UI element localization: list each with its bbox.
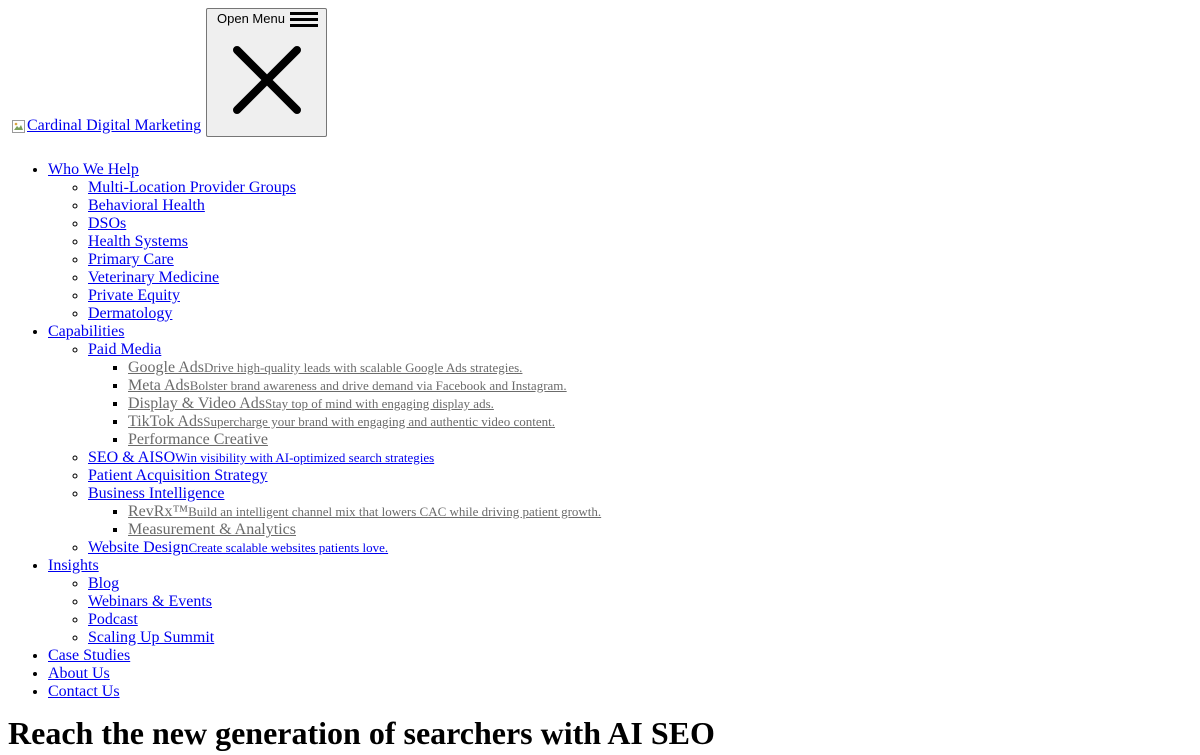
insights-submenu: Blog Webinars & Events Podcast Scaling U… [48,575,1192,647]
list-item: Blog [88,575,1192,593]
seo-aiso-desc: Win visibility with AI-optimized search … [175,450,435,465]
list-item: Primary Care [88,251,1192,269]
submenu-link-podcast[interactable]: Podcast [88,611,138,628]
hamburger-icon [289,11,319,30]
submenu-link-scaling-up-summit[interactable]: Scaling Up Summit [88,629,214,646]
revrx-label: RevRx™ [128,503,189,520]
list-item: Scaling Up Summit [88,629,1192,647]
list-item: Behavioral Health [88,197,1192,215]
tiktok-ads-desc: Supercharge your brand with engaging and… [203,414,555,429]
submenu-link-meta-ads[interactable]: Meta AdsBolster brand awareness and driv… [128,377,567,394]
submenu-link-paid-media[interactable]: Paid Media [88,341,161,358]
list-item: Health Systems [88,233,1192,251]
list-item: Private Equity [88,287,1192,305]
list-item: Business Intelligence RevRx™Build an int… [88,485,1192,539]
submenu-link-blog[interactable]: Blog [88,575,119,592]
submenu-link-business-intelligence[interactable]: Business Intelligence [88,485,224,502]
paid-media-submenu: Google AdsDrive high-quality leads with … [88,359,1192,449]
submenu-link-patient-acquisition[interactable]: Patient Acquisition Strategy [88,467,268,484]
business-intelligence-submenu: RevRx™Build an intelligent channel mix t… [88,503,1192,539]
nav-list: Who We Help Multi-Location Provider Grou… [8,161,1192,701]
nav-link-capabilities[interactable]: Capabilities [48,323,124,340]
submenu-link-dsos[interactable]: DSOs [88,215,126,232]
google-ads-desc: Drive high-quality leads with scalable G… [204,360,523,375]
list-item: Website DesignCreate scalable websites p… [88,539,1192,557]
logo-link[interactable]: Cardinal Digital Marketing [8,117,201,135]
meta-ads-label: Meta Ads [128,377,190,394]
nav-item-who-we-help: Who We Help Multi-Location Provider Grou… [48,161,1192,323]
open-menu-button[interactable]: Open Menu [206,8,327,137]
nav-item-insights: Insights Blog Webinars & Events Podcast … [48,557,1192,647]
capabilities-submenu: Paid Media Google AdsDrive high-quality … [48,341,1192,557]
list-item: Patient Acquisition Strategy [88,467,1192,485]
submenu-link-seo-aiso[interactable]: SEO & AISOWin visibility with AI-optimiz… [88,449,434,466]
nav-item-contact-us: Contact Us [48,683,1192,701]
submenu-link-website-design[interactable]: Website DesignCreate scalable websites p… [88,539,388,556]
main-nav: Who We Help Multi-Location Provider Grou… [8,145,1192,701]
submenu-link-performance-creative[interactable]: Performance Creative [128,431,268,448]
submenu-link-veterinary[interactable]: Veterinary Medicine [88,269,219,286]
list-item: RevRx™Build an intelligent channel mix t… [128,503,1192,521]
submenu-link-private-equity[interactable]: Private Equity [88,287,180,304]
nav-link-who-we-help[interactable]: Who We Help [48,161,139,178]
broken-image-icon [12,119,25,133]
list-item: Meta AdsBolster brand awareness and driv… [128,377,1192,395]
page-title: Reach the new generation of searchers wi… [8,715,715,751]
list-item: Webinars & Events [88,593,1192,611]
list-item: DSOs [88,215,1192,233]
nav-item-capabilities: Capabilities Paid Media Google AdsDrive … [48,323,1192,557]
nav-link-case-studies[interactable]: Case Studies [48,647,130,664]
submenu-link-primary-care[interactable]: Primary Care [88,251,174,268]
submenu-link-measurement-analytics[interactable]: Measurement & Analytics [128,521,296,538]
submenu-link-health-systems[interactable]: Health Systems [88,233,188,250]
tiktok-ads-label: TikTok Ads [128,413,204,430]
list-item: Podcast [88,611,1192,629]
list-item: Paid Media Google AdsDrive high-quality … [88,341,1192,449]
nav-item-case-studies: Case Studies [48,647,1192,665]
nav-item-about-us: About Us [48,665,1192,683]
submenu-link-tiktok-ads[interactable]: TikTok AdsSupercharge your brand with en… [128,413,555,430]
list-item: Veterinary Medicine [88,269,1192,287]
submenu-link-behavioral-health[interactable]: Behavioral Health [88,197,205,214]
submenu-link-multi-location[interactable]: Multi-Location Provider Groups [88,179,296,196]
submenu-link-webinars-events[interactable]: Webinars & Events [88,593,212,610]
list-item: Measurement & Analytics [128,521,1192,539]
google-ads-label: Google Ads [128,359,204,376]
list-item: Multi-Location Provider Groups [88,179,1192,197]
who-we-help-submenu: Multi-Location Provider Groups Behaviora… [48,179,1192,323]
list-item: Performance Creative [128,431,1192,449]
nav-link-about-us[interactable]: About Us [48,665,110,682]
list-item: Dermatology [88,305,1192,323]
meta-ads-desc: Bolster brand awareness and drive demand… [189,378,567,393]
list-item: Google AdsDrive high-quality leads with … [128,359,1192,377]
revrx-desc: Build an intelligent channel mix that lo… [188,504,602,519]
nav-link-insights[interactable]: Insights [48,557,99,574]
list-item: TikTok AdsSupercharge your brand with en… [128,413,1192,431]
logo-image: Cardinal Digital Marketing [8,117,201,135]
submenu-link-display-video-ads[interactable]: Display & Video AdsStay top of mind with… [128,395,494,412]
seo-aiso-label: SEO & AISO [88,449,176,466]
list-item: Display & Video AdsStay top of mind with… [128,395,1192,413]
website-design-desc: Create scalable websites patients love. [188,540,389,555]
submenu-link-revrx[interactable]: RevRx™Build an intelligent channel mix t… [128,503,601,520]
menu-button-label: Open Menu [217,11,285,26]
close-icon [231,44,303,119]
list-item: SEO & AISOWin visibility with AI-optimiz… [88,449,1192,467]
submenu-link-google-ads[interactable]: Google AdsDrive high-quality leads with … [128,359,522,376]
website-design-label: Website Design [88,539,189,556]
nav-link-contact-us[interactable]: Contact Us [48,683,120,700]
site-header: Cardinal Digital Marketing Open Menu [0,0,1200,137]
display-video-label: Display & Video Ads [128,395,265,412]
display-video-desc: Stay top of mind with engaging display a… [264,396,494,411]
logo-alt-text: Cardinal Digital Marketing [27,117,202,134]
submenu-link-dermatology[interactable]: Dermatology [88,305,172,322]
